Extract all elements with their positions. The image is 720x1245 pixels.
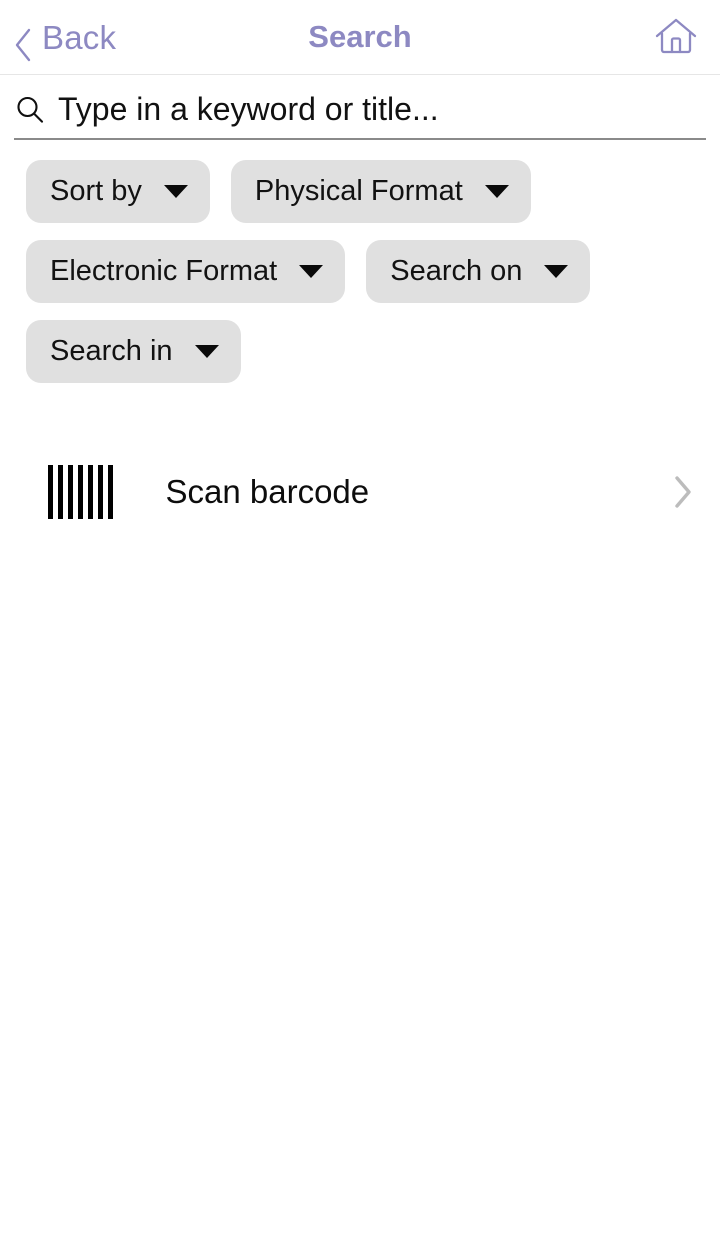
search-bar[interactable] <box>14 75 706 140</box>
chevron-down-icon <box>299 265 324 278</box>
home-button[interactable] <box>654 17 698 57</box>
chip-label: Physical Format <box>254 175 463 207</box>
filter-chip-sort-by[interactable]: Sort by <box>26 160 210 223</box>
chevron-left-icon <box>14 28 32 62</box>
scan-barcode-row[interactable]: Scan barcode <box>0 449 720 535</box>
filter-chips: Sort by Physical Format Electronic Forma… <box>0 140 720 383</box>
scan-barcode-label: Scan barcode <box>165 473 370 510</box>
search-icon <box>14 94 46 126</box>
chevron-down-icon <box>484 185 509 198</box>
chip-label: Sort by <box>50 175 142 207</box>
chevron-down-icon <box>163 185 188 198</box>
home-icon <box>654 18 698 60</box>
chip-label: Electronic Format <box>50 255 278 287</box>
barcode-icon <box>48 465 113 519</box>
search-input[interactable] <box>58 91 706 128</box>
chevron-down-icon <box>544 265 569 278</box>
back-label: Back <box>42 18 117 56</box>
chip-label: Search in <box>50 335 173 367</box>
chevron-right-icon <box>670 470 696 514</box>
chevron-down-icon <box>194 345 219 358</box>
filter-chip-row: Search in <box>0 320 720 383</box>
filter-chip-row: Sort by Physical Format <box>0 160 720 223</box>
filter-chip-search-in[interactable]: Search in <box>26 320 241 383</box>
filter-chip-electronic-format[interactable]: Electronic Format <box>26 240 346 303</box>
filter-chip-physical-format[interactable]: Physical Format <box>230 160 531 223</box>
back-button[interactable]: Back <box>14 18 117 62</box>
filter-chip-search-on[interactable]: Search on <box>366 240 591 303</box>
chip-label: Search on <box>390 255 523 287</box>
filter-chip-row: Electronic Format Search on <box>0 240 720 303</box>
app-header: Back Search <box>0 0 720 75</box>
